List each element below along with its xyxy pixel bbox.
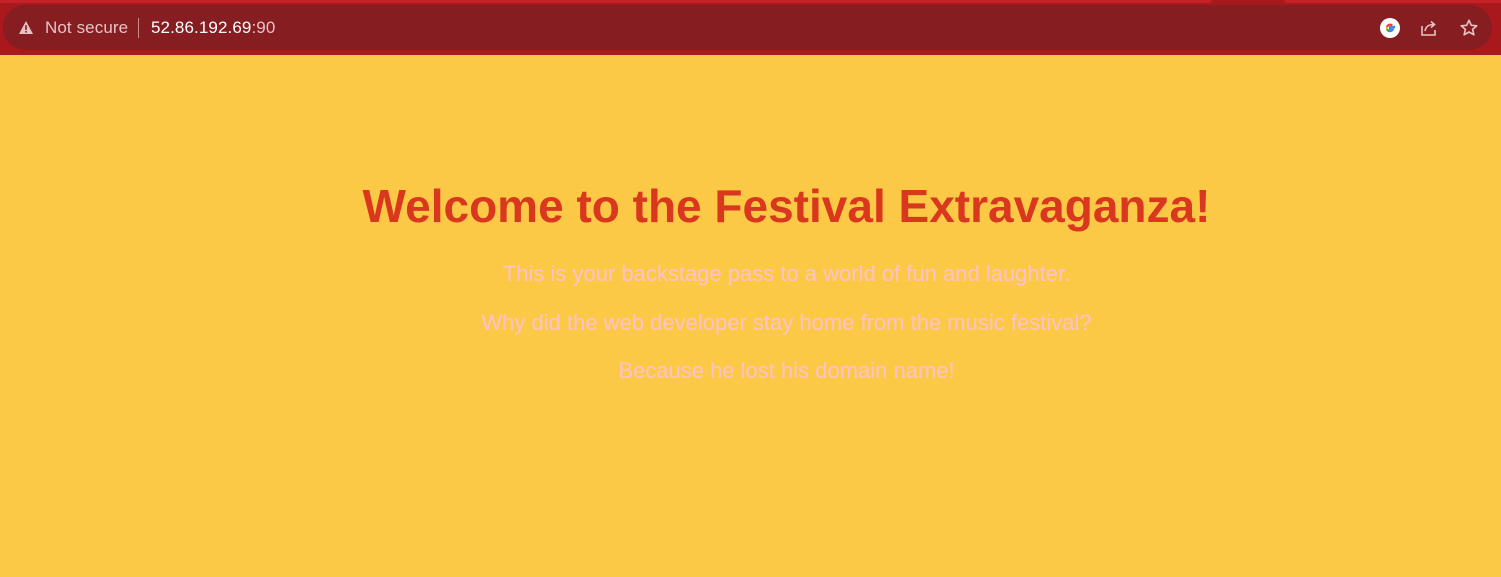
page-content: Welcome to the Festival Extravaganza! Th… bbox=[0, 55, 1501, 577]
bookmark-star-icon[interactable] bbox=[1454, 5, 1484, 50]
url-port: :90 bbox=[251, 17, 276, 37]
url-host: 52.86.192.69 bbox=[151, 17, 252, 37]
url-text[interactable]: 52.86.192.69:90 bbox=[151, 5, 275, 50]
omnibox-divider bbox=[138, 18, 139, 38]
intro-paragraph: This is your backstage pass to a world o… bbox=[502, 261, 1071, 286]
security-label: Not secure bbox=[45, 17, 129, 37]
address-bar[interactable]: Not secure 52.86.192.69:90 bbox=[3, 5, 1492, 50]
tab-strip-edge bbox=[1284, 0, 1501, 3]
browser-toolbar: Not secure 52.86.192.69:90 bbox=[0, 0, 1501, 55]
warning-icon bbox=[17, 19, 35, 37]
share-icon[interactable] bbox=[1414, 5, 1444, 50]
tab-strip-edge bbox=[0, 0, 1212, 3]
joke-question: Why did the web developer stay home from… bbox=[481, 310, 1092, 335]
page-heading: Welcome to the Festival Extravaganza! bbox=[362, 180, 1211, 232]
joke-answer: Because he lost his domain name! bbox=[618, 358, 955, 383]
google-lens-icon[interactable] bbox=[1375, 5, 1405, 50]
security-chip[interactable]: Not secure bbox=[17, 5, 128, 50]
